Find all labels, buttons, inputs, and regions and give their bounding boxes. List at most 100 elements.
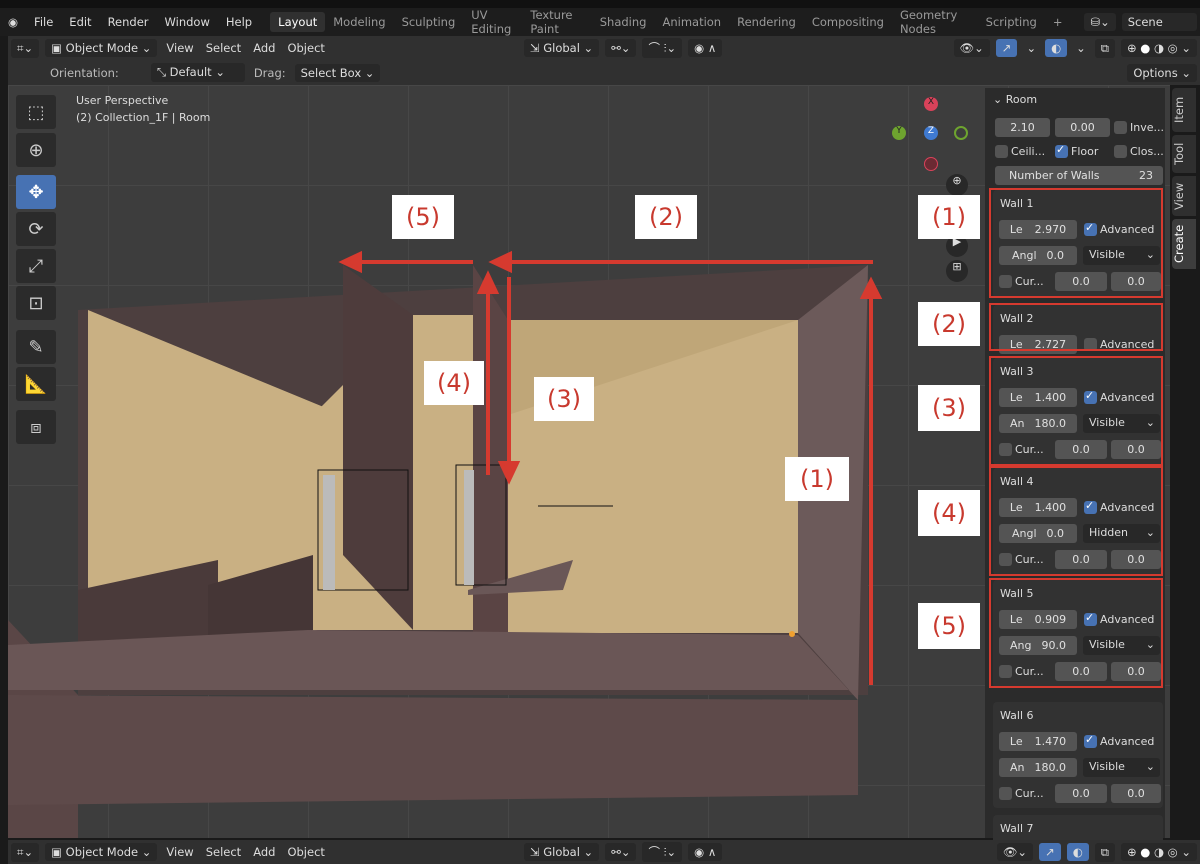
add-cube-tool-icon[interactable]: ⧈ xyxy=(16,410,56,444)
drag-select[interactable]: Select Box ⌄ xyxy=(294,63,381,82)
options-button[interactable]: Options ⌄ xyxy=(1127,63,1197,82)
curve-value-2[interactable]: 0.0 xyxy=(1111,784,1161,803)
orientation-select[interactable]: ⤡ Default ⌄ xyxy=(150,63,245,82)
walls-count: 23 xyxy=(1139,169,1153,182)
number-of-walls-field[interactable]: Number of Walls 23 xyxy=(995,166,1163,185)
menu-add-bottom[interactable]: Add xyxy=(247,845,281,859)
proportional-edit-icon-bottom[interactable]: ◉ ∧ xyxy=(688,843,723,861)
tab-create[interactable]: Create xyxy=(1172,219,1196,269)
gizmo-neg-y[interactable] xyxy=(954,126,968,140)
add-workspace-icon[interactable]: + xyxy=(1045,12,1071,32)
close-checkbox[interactable] xyxy=(1114,145,1127,158)
angle-label: An xyxy=(1010,761,1025,774)
visibility-dropdown[interactable]: Visible ⌄ xyxy=(1083,758,1160,777)
gizmo-y-axis[interactable]: Y xyxy=(892,126,906,140)
tab-animation[interactable]: Animation xyxy=(654,12,729,32)
tab-layout[interactable]: Layout xyxy=(270,12,326,32)
scene-name[interactable]: Scene xyxy=(1121,13,1197,31)
tab-item[interactable]: Item xyxy=(1172,88,1196,132)
gizmo-toggle-icon[interactable]: ↗ xyxy=(995,39,1018,57)
menu-select-bottom[interactable]: Select xyxy=(200,845,247,859)
menu-object-bottom[interactable]: Object xyxy=(281,845,330,859)
menu-help[interactable]: Help xyxy=(218,15,260,29)
transform-orientation-select[interactable]: ⇲ Global ⌄ xyxy=(523,39,600,57)
gizmo-z-axis[interactable]: Z xyxy=(924,126,938,140)
rotate-tool-icon[interactable]: ⟳ xyxy=(16,212,56,246)
editor-type-icon-bottom[interactable]: ⌗⌄ xyxy=(11,842,40,862)
menu-file[interactable]: File xyxy=(26,15,61,29)
transform-tool-icon[interactable]: ⊡ xyxy=(16,286,56,320)
proportional-edit-icon[interactable]: ◉ ∧ xyxy=(688,39,723,57)
snap-icon[interactable]: ⌒ ⫶⌄ xyxy=(642,38,683,58)
overlay-toggle-icon-bottom[interactable]: ◐ xyxy=(1066,843,1089,861)
annotation-box xyxy=(989,356,1163,466)
menu-render[interactable]: Render xyxy=(100,15,157,29)
gizmo-neg-x[interactable] xyxy=(924,157,938,171)
pivot-icon-bottom[interactable]: ⚯⌄ xyxy=(605,843,637,861)
tab-scripting[interactable]: Scripting xyxy=(978,12,1045,32)
overlay-toggle-icon[interactable]: ◐ xyxy=(1045,39,1068,57)
advanced-checkbox[interactable] xyxy=(1084,733,1097,748)
ceiling-checkbox[interactable] xyxy=(995,145,1008,158)
menu-view-bottom[interactable]: View xyxy=(160,845,199,859)
pivot-icon[interactable]: ⚯⌄ xyxy=(605,39,637,57)
menu-view[interactable]: View xyxy=(160,41,199,55)
tab-shading[interactable]: Shading xyxy=(592,12,655,32)
select-box-tool-icon[interactable]: ⬚ xyxy=(16,95,56,129)
tab-compositing[interactable]: Compositing xyxy=(804,12,892,32)
wall-angle-field[interactable]: An 180.0 xyxy=(999,758,1077,777)
floor-checkbox[interactable] xyxy=(1055,143,1068,158)
scene-selector-icon[interactable]: ⛁⌄ xyxy=(1084,13,1116,31)
annotate-tool-icon[interactable]: ✎ xyxy=(16,330,56,364)
shading-modes[interactable]: ⊕ ● ◑ ◎ ⌄ xyxy=(1120,39,1197,57)
cursor-tool-icon[interactable]: ⊕ xyxy=(16,133,56,167)
editor-type-icon[interactable]: ⌗⌄ xyxy=(11,38,40,58)
tab-geometry-nodes[interactable]: Geometry Nodes xyxy=(892,5,978,39)
tab-tool[interactable]: Tool xyxy=(1172,135,1196,173)
tab-modeling[interactable]: Modeling xyxy=(325,12,393,32)
gizmo-x-axis[interactable]: X xyxy=(924,97,938,111)
wall-title: Wall 6 xyxy=(1000,709,1034,722)
tab-view[interactable]: View xyxy=(1172,176,1196,216)
navigation-gizmo[interactable]: X Y Z xyxy=(892,95,968,175)
transform-orientation-bottom[interactable]: ⇲ Global ⌄ xyxy=(523,843,600,861)
ortho-grid-icon[interactable]: ⊞ xyxy=(946,260,968,282)
arrow-4 xyxy=(476,270,500,294)
tab-texture-paint[interactable]: Texture Paint xyxy=(522,5,591,39)
visibility-icon[interactable]: 👁⌄ xyxy=(953,39,990,57)
move-tool-icon[interactable]: ✥ xyxy=(16,175,56,209)
measure-tool-icon[interactable]: 📐 xyxy=(16,367,56,401)
wall-length-field[interactable]: Le 1.470 xyxy=(999,732,1077,751)
chevron-down-icon: ⌄ xyxy=(1145,760,1155,773)
annotation-box xyxy=(989,188,1163,298)
room-height-field[interactable]: 2.10 xyxy=(995,118,1050,137)
curve-checkbox[interactable] xyxy=(999,787,1012,800)
xray-icon-bottom[interactable]: ⧉ xyxy=(1094,842,1115,862)
room-offset-field[interactable]: 0.00 xyxy=(1055,118,1110,137)
menu-edit[interactable]: Edit xyxy=(61,15,99,29)
xray-icon[interactable]: ⧉ xyxy=(1094,38,1115,58)
mode-select[interactable]: ▣ Object Mode ⌄ xyxy=(45,39,158,57)
tab-rendering[interactable]: Rendering xyxy=(729,12,804,32)
scale-tool-icon[interactable]: ⤢ xyxy=(16,249,56,283)
gizmo-dropdown-icon[interactable]: ⌄ xyxy=(1020,41,1042,55)
room-panel-header[interactable]: ⌄ Room xyxy=(993,93,1037,106)
tab-sculpting[interactable]: Sculpting xyxy=(394,12,464,32)
snap-icon-bottom[interactable]: ⌒ ⫶⌄ xyxy=(642,842,683,862)
curve-value-1[interactable]: 0.0 xyxy=(1055,784,1107,803)
menu-add[interactable]: Add xyxy=(247,41,281,55)
menu-object[interactable]: Object xyxy=(281,41,330,55)
gizmo-toggle-icon-bottom[interactable]: ↗ xyxy=(1039,843,1061,861)
menu-window[interactable]: Window xyxy=(157,15,218,29)
mode-select-bottom[interactable]: ▣ Object Mode ⌄ xyxy=(45,843,158,861)
menu-select[interactable]: Select xyxy=(200,41,247,55)
window-frame-1 xyxy=(323,475,335,590)
shading-modes-bottom[interactable]: ⊕ ● ◑ ◎ ⌄ xyxy=(1120,843,1197,861)
blender-logo-icon[interactable]: ◉ xyxy=(0,15,26,29)
invert-checkbox[interactable] xyxy=(1114,121,1127,134)
bottom-header: ⌗⌄ ▣ Object Mode ⌄ View Select Add Objec… xyxy=(8,840,1200,864)
overlay-dropdown-icon[interactable]: ⌄ xyxy=(1070,41,1092,55)
visibility-icon-bottom[interactable]: 👁⌄ xyxy=(996,843,1034,861)
tab-uv-editing[interactable]: UV Editing xyxy=(463,5,522,39)
zoom-icon[interactable]: ⊕ xyxy=(946,174,968,196)
